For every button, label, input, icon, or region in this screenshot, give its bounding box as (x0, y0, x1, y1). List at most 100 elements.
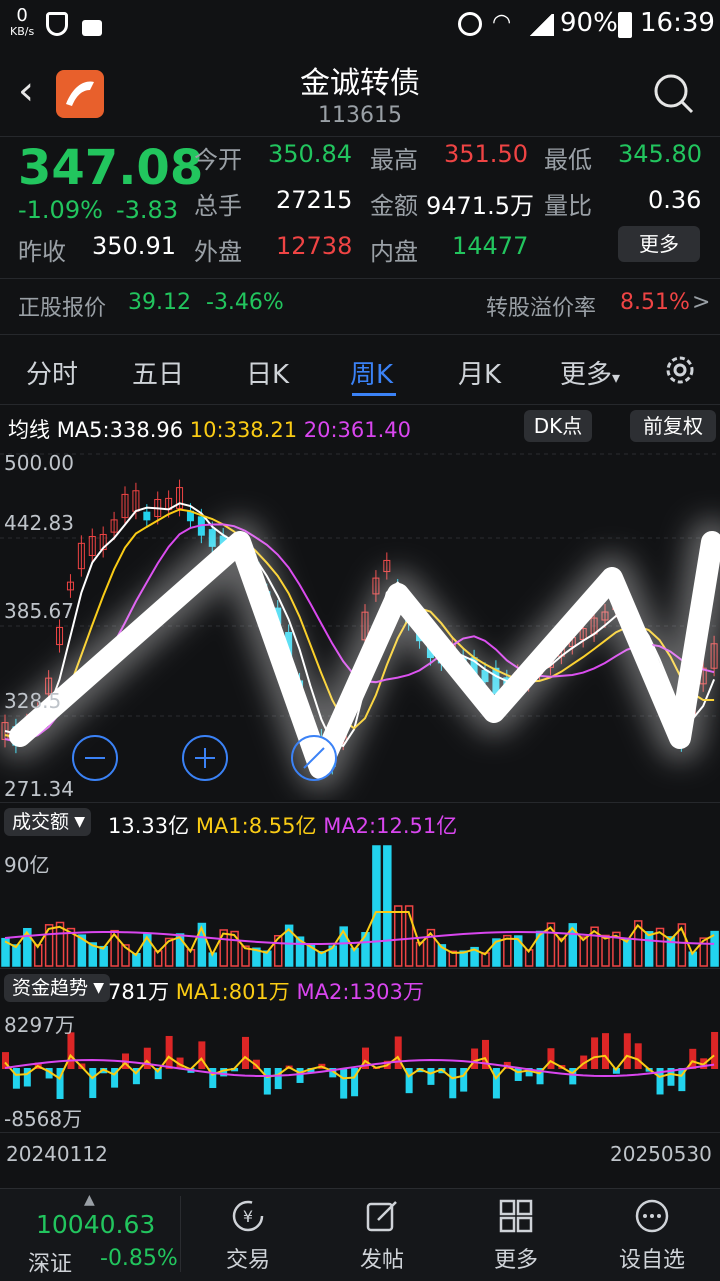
active-tab-indicator (352, 393, 396, 396)
tab-more[interactable]: 更多▾ (560, 354, 620, 391)
grid-icon (498, 1198, 534, 1234)
caret-down-icon: ▾ (612, 368, 621, 387)
tab-intraday[interactable]: 分时 (26, 354, 78, 391)
volume-ratio-label: 量比 (544, 192, 592, 220)
volume-bar (644, 931, 654, 967)
fund-legend: 781万 MA1:801万 MA2:1303万 (108, 976, 424, 1006)
nav-trade[interactable]: ¥ 交易 (188, 1190, 308, 1274)
shield-icon (46, 12, 68, 36)
underlying-price: 39.12 (128, 290, 191, 315)
net-speed-value: 0 (16, 5, 28, 26)
premium-arrow-icon[interactable]: > (692, 290, 710, 315)
volume-indicator-label: 成交额 (12, 811, 70, 833)
fund-bar (602, 1033, 609, 1069)
volume-value: 13.33亿 (108, 814, 190, 838)
open-label: 今开 (194, 146, 242, 174)
fund-bar (340, 1068, 348, 1099)
volume-bars (1, 845, 719, 967)
fund-bar (89, 1068, 97, 1099)
wifi-icon: ◠ (492, 10, 512, 35)
nav-add-watchlist[interactable]: 设自选 (592, 1190, 712, 1274)
nav-more[interactable]: 更多 (456, 1190, 576, 1274)
volume-bar (557, 937, 567, 967)
inner-label: 内盘 (370, 238, 418, 266)
fund-bottom-label: -8568万 (4, 1107, 82, 1131)
fund-bar (547, 1048, 555, 1069)
inner-value: 14477 (452, 232, 529, 260)
premium-value: 8.51% (620, 290, 690, 315)
volume-bar (393, 905, 403, 967)
caret-down-icon: ▼ (74, 814, 86, 830)
fund-bar (471, 1048, 479, 1069)
ma10-value: 10:338.21 (189, 418, 298, 442)
signal-icon (528, 14, 554, 36)
index-pct: -0.85% (100, 1246, 178, 1271)
dk-point-button[interactable]: DK点 (524, 410, 592, 442)
fund-bar (449, 1068, 457, 1099)
settings-button[interactable] (662, 352, 698, 388)
volume-ratio-value: 0.36 (648, 186, 702, 214)
volume-ma1: MA1:8.55亿 (195, 814, 317, 838)
open-value: 350.84 (268, 140, 352, 168)
fund-bar (711, 1031, 719, 1069)
tab-monthly-k[interactable]: 月K (458, 354, 501, 391)
nav-trade-label: 交易 (225, 1248, 270, 1273)
index-ticker[interactable]: ▲ 10040.63 深证 -0.85% (0, 1188, 180, 1280)
fund-bar (198, 1041, 206, 1069)
battery-icon (618, 12, 632, 38)
volume-value: 27215 (276, 186, 353, 214)
gear-icon (666, 356, 694, 384)
kline-chart[interactable]: 500.00 442.83 385.67 328.5 271.34 (0, 446, 720, 800)
volume-bar (383, 845, 392, 967)
last-price: 347.08 (18, 140, 204, 196)
outer-label: 外盘 (194, 238, 242, 266)
change-percent: -1.09% (18, 196, 103, 224)
search-icon (654, 74, 694, 114)
tab-daily-k[interactable]: 日K (246, 354, 289, 391)
underlying-label: 正股报价 (18, 296, 107, 321)
tab-weekly-k[interactable]: 周K (350, 354, 393, 391)
status-bar: 0 KB/s ◠ 90% 16:39 (0, 0, 720, 52)
fund-bar (296, 1068, 304, 1083)
outer-value: 12738 (276, 232, 353, 260)
high-value: 351.50 (444, 140, 528, 168)
nav-post[interactable]: 发帖 (322, 1190, 442, 1274)
volume-bar (372, 845, 381, 967)
y-tick-label: 442.83 (4, 511, 74, 535)
ma-legend-label: 均线 (8, 418, 50, 442)
zoom-in-button[interactable] (182, 735, 228, 781)
volume-bar (415, 941, 425, 967)
fund-bar (274, 1068, 282, 1090)
fund-bar (67, 1032, 75, 1069)
fund-bar (12, 1068, 20, 1089)
more-quote-button[interactable]: 更多 (618, 226, 700, 262)
net-speed: 0 KB/s (10, 5, 35, 40)
fund-ma1: MA1:801万 (175, 980, 290, 1004)
battery-percent: 90% (560, 8, 618, 38)
svg-text:¥: ¥ (243, 1207, 253, 1226)
index-value: 10040.63 (36, 1210, 156, 1239)
fund-indicator-select[interactable]: 资金趋势 ▼ (4, 974, 111, 1002)
change-amount: -3.83 (116, 196, 179, 224)
low-label: 最低 (544, 146, 592, 174)
net-speed-unit: KB/s (10, 25, 35, 38)
ma20-value: 20:361.40 (303, 418, 412, 442)
clock: 16:39 (640, 8, 715, 38)
fund-bar (689, 1048, 697, 1069)
low-value: 345.80 (618, 140, 702, 168)
adjust-button[interactable]: 前复权 (630, 410, 716, 442)
date-end: 20250530 (610, 1142, 712, 1166)
lock-icon (82, 20, 102, 36)
zoom-out-button[interactable] (72, 735, 118, 781)
yen-refresh-icon: ¥ (230, 1198, 266, 1234)
fund-indicator-label: 资金趋势 (12, 977, 89, 999)
nav-add-watchlist-label: 设自选 (618, 1248, 685, 1273)
volume-indicator-select[interactable]: 成交额 ▼ (4, 808, 92, 836)
search-button[interactable] (652, 72, 694, 114)
fund-bar (634, 1043, 642, 1069)
hand-drawn-scribble (0, 519, 720, 791)
nav-more-label: 更多 (493, 1248, 538, 1273)
date-start: 20240112 (6, 1142, 108, 1166)
tab-five-day[interactable]: 五日 (132, 354, 184, 391)
page-title: 金诚转债 (300, 66, 420, 101)
